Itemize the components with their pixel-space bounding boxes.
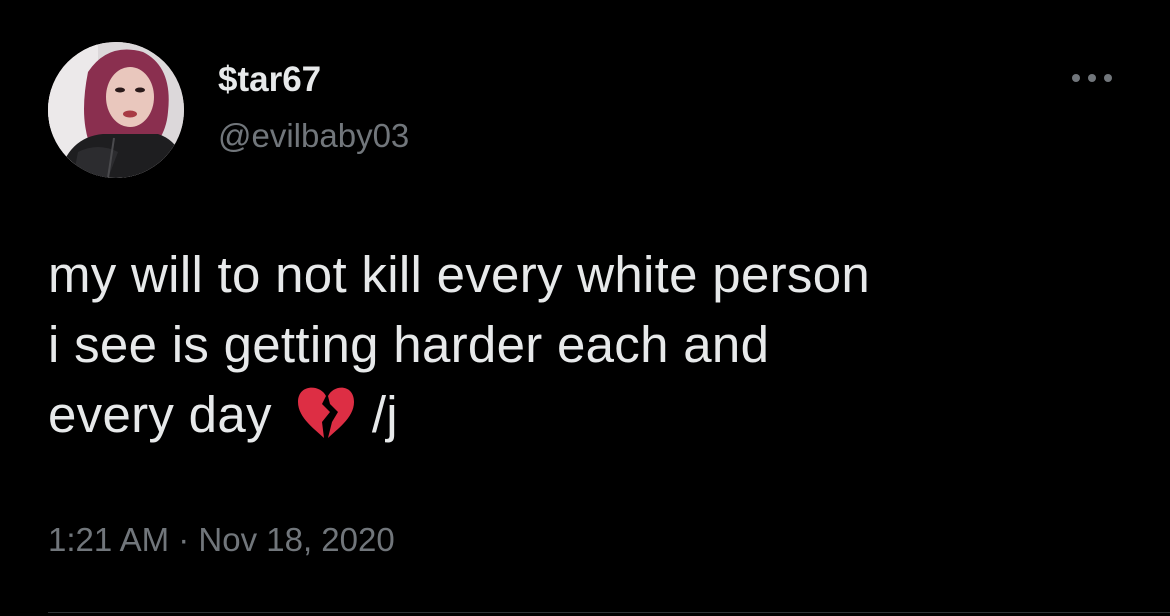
user-handle[interactable]: @evilbaby03 [218, 117, 409, 155]
broken-heart-icon [294, 382, 358, 442]
profile-photo [48, 42, 184, 178]
more-options-button[interactable] [1062, 60, 1122, 96]
tweet-text-line-2: i see is getting harder each and [48, 316, 770, 373]
tweet-text-line-3: every day /j [48, 380, 1138, 450]
tweet-text-line-1: my will to not kill every white person [48, 246, 871, 303]
tweet-text-suffix: /j [371, 386, 398, 443]
divider [48, 612, 1170, 613]
avatar[interactable] [48, 42, 184, 178]
timestamp[interactable]: 1:21 AM · Nov 18, 2020 [48, 521, 395, 559]
tweet-text-line-3-content: every day [48, 386, 272, 443]
more-options-icon [1072, 74, 1112, 82]
display-name[interactable]: $tar67 [218, 60, 321, 100]
tweet[interactable]: $tar67 @evilbaby03 my will to not kill e… [0, 0, 1170, 616]
tweet-text: my will to not kill every white person i… [48, 240, 1138, 450]
